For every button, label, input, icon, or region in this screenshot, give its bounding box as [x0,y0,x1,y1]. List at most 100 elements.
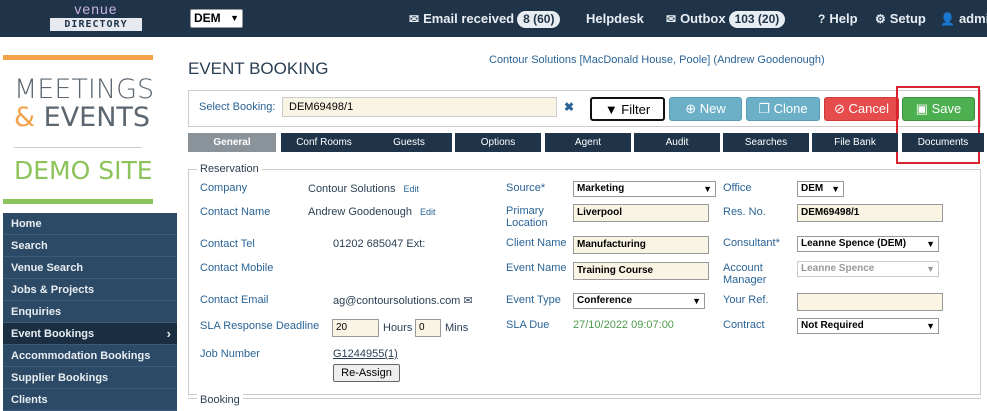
tab-options[interactable]: Options [455,133,541,152]
chevron-down-icon: ▼ [926,264,935,274]
new-button-label: New [699,101,726,116]
account-manager-label-line2: Manager [723,274,767,286]
setup-link[interactable]: ⚙ Setup [875,0,926,37]
page-title: EVENT BOOKING [188,59,329,78]
account-manager-label: Account Manager [723,262,766,286]
source-select[interactable]: Marketing ▼ [573,181,716,197]
event-type-select[interactable]: Conference ▼ [573,293,705,309]
booking-toolbar: Select Booking: DEM69498/1 ✖ ▼ Filter ⊕ … [188,90,981,127]
consultant-select[interactable]: Leanne Spence (DEM) ▼ [797,236,939,252]
sidebar-item-accommodation-bookings[interactable]: Accommodation Bookings [3,345,177,367]
clear-icon[interactable]: ✖ [560,98,578,116]
brand-bottom-stripe [3,199,153,204]
sla-deadline-label: SLA Response Deadline [200,320,320,332]
plus-circle-icon: ⊕ [685,101,700,116]
reservation-fieldset [188,169,981,395]
tab-general[interactable]: General [188,133,276,152]
sidebar-item-venue-search[interactable]: Venue Search [3,257,177,279]
chevron-down-icon: ▼ [831,184,840,194]
hours-label: Hours [383,322,413,334]
cancel-button-label: Cancel [848,101,889,116]
contact-name-value: Andrew Goodenough Edit [308,206,435,218]
email-received-link[interactable]: ✉ Email received 8 (60) [409,0,561,37]
contact-email-label: Contact Email [200,294,269,306]
contact-edit-link[interactable]: Edit [420,207,436,217]
clone-button[interactable]: ❐ Clone [746,97,820,121]
new-button[interactable]: ⊕ New [669,97,742,121]
sidebar-item-label: Search [11,240,48,252]
sidebar-item-search[interactable]: Search [3,235,177,257]
sidebar-item-label: Event Bookings [11,328,95,340]
sla-mins-input[interactable]: 0 [415,319,441,337]
logo-text-top: venue [74,1,118,17]
filter-icon: ▼ [604,102,622,117]
event-type-select-value: Conference [577,295,633,306]
tab-conf-rooms[interactable]: Conf Rooms [281,133,367,152]
copy-icon: ❐ [758,101,774,116]
sidebar-menu: Home Search Venue Search Jobs & Projects… [3,213,177,411]
cancel-button[interactable]: ⊘ Cancel [824,97,899,121]
res-no-label: Res. No. [723,206,766,218]
primary-location-input[interactable]: Liverpool [573,204,709,222]
contact-name: Andrew Goodenough [308,206,412,218]
res-no-input[interactable]: DEM69498/1 [797,204,943,222]
chevron-down-icon: ▼ [926,239,935,249]
job-number-link[interactable]: G1244955(1) [333,348,398,360]
sidebar-item-jobs-projects[interactable]: Jobs & Projects [3,279,177,301]
event-name-input[interactable]: Training Course [573,262,709,280]
clone-button-label: Clone [773,101,808,116]
venue-directory-logo[interactable]: venue DIRECTORY [50,2,142,34]
user-menu[interactable]: 👤admin [940,0,987,37]
select-booking-input[interactable]: DEM69498/1 [282,97,557,117]
office-label: Office [723,182,752,194]
your-ref-input[interactable] [797,293,943,311]
tab-searches[interactable]: Searches [723,133,809,152]
ban-icon: ⊘ [834,101,849,116]
chevron-down-icon: ▼ [692,296,701,306]
sidebar-item-clients[interactable]: Clients [3,389,177,411]
brand-line-meetings: MEETINGS [14,74,155,105]
outbox-badge: 103 (20) [728,11,786,28]
client-name-input[interactable]: Manufacturing [573,236,709,254]
tab-agent[interactable]: Agent [545,133,631,152]
sidebar-item-label: Jobs & Projects [11,284,95,296]
job-number-label: Job Number [200,348,260,360]
company-edit-link[interactable]: Edit [403,184,419,194]
office-select[interactable]: DEM ▼ [797,181,844,197]
envelope-icon[interactable]: ✉ [463,295,472,307]
sla-hours-input[interactable]: 20 [332,319,379,337]
company-label: Company [200,182,248,194]
primary-location-label-line1: Primary [506,205,544,217]
filter-button[interactable]: ▼ Filter [590,97,665,121]
sidebar-item-label: Supplier Bookings [11,372,109,384]
reassign-button[interactable]: Re-Assign [333,364,400,382]
sidebar-item-enquiries[interactable]: Enquiries [3,301,177,323]
consultant-label: Consultant* [723,237,780,249]
outbox-link[interactable]: ✉ Outbox 103 (20) [666,0,786,37]
helpdesk-link[interactable]: Helpdesk [586,0,644,37]
tab-documents[interactable]: Documents [902,133,984,152]
region-select[interactable]: DEM ▼ [190,9,243,28]
sidebar-item-event-bookings[interactable]: Event Bookings › [3,323,177,345]
sidebar-item-home[interactable]: Home [3,213,177,235]
region-select-value: DEM [194,11,221,25]
contract-select[interactable]: Not Required ▼ [797,318,939,334]
brand-line-demo-site: DEMO SITE [14,156,153,185]
sidebar-item-label: Home [11,218,42,230]
brand-ampersand: & [14,102,36,133]
tab-audit[interactable]: Audit [634,133,720,152]
help-link[interactable]: ? Help [818,0,858,37]
chevron-right-icon: › [166,326,171,341]
event-name-label: Event Name [506,262,567,274]
account-manager-select-value: Leanne Spence [801,263,875,274]
contact-name-label: Contact Name [200,206,271,218]
envelope-icon: ✉ [409,12,420,26]
tab-file-bank[interactable]: File Bank [812,133,898,152]
contact-email[interactable]: ag@contoursolutions.com [333,295,460,307]
sidebar-item-supplier-bookings[interactable]: Supplier Bookings [3,367,177,389]
tab-guests[interactable]: Guests [366,133,452,152]
user-label: admin [958,11,987,26]
sidebar-item-label: Clients [11,394,48,406]
help-label: Help [829,11,858,26]
chevron-down-icon: ▼ [703,184,712,194]
